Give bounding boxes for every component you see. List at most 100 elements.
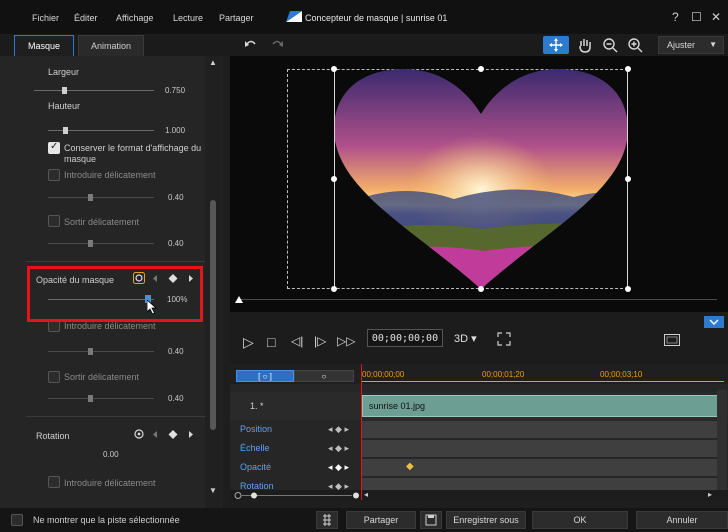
chevron-down-icon — [709, 319, 719, 325]
conserver-checkbox[interactable] — [48, 141, 60, 154]
chevron-down-icon: ▼ — [709, 40, 717, 49]
sortir-checkbox[interactable] — [48, 215, 60, 227]
introduire-slider-thumb[interactable] — [88, 194, 93, 201]
fit-timeline-button[interactable]: [ ○ ] — [236, 370, 294, 382]
tab-masque[interactable]: Masque — [14, 35, 74, 56]
clip-block[interactable]: sunrise 01.jpg — [362, 395, 718, 417]
menu-editer[interactable]: Éditer — [74, 13, 98, 23]
largeur-slider-thumb[interactable] — [62, 87, 67, 94]
sortir-slider-thumb[interactable] — [88, 240, 93, 247]
hauteur-label: Hauteur — [48, 101, 81, 111]
sortir2-checkbox[interactable] — [48, 371, 60, 383]
keyframe-nav-icon[interactable]: ◂ ◆ ▸ — [328, 462, 349, 473]
sortir2-slider-track[interactable] — [48, 398, 154, 399]
stop-icon[interactable]: □ — [267, 334, 275, 350]
timecode-display[interactable]: 00;00;00;00 — [367, 329, 443, 347]
time-ruler[interactable] — [362, 381, 724, 382]
ruler-tick-label: 00;00;01;20 — [482, 370, 525, 379]
expand-panel-button[interactable] — [704, 316, 724, 328]
timeline-hscroll[interactable]: ◂ ▸ — [230, 490, 728, 500]
left-tab-bar: Masque Animation — [0, 34, 230, 56]
rotation-reset-icon[interactable] — [133, 428, 145, 440]
mask-handle[interactable] — [331, 176, 337, 182]
introduire-slider-track[interactable] — [48, 197, 154, 198]
maximize-button[interactable]: ☐ — [691, 10, 702, 24]
timeline-zoom-slider[interactable] — [234, 491, 362, 500]
screen-icon[interactable] — [664, 334, 680, 346]
mask-handle[interactable] — [625, 286, 631, 292]
redo-icon[interactable] — [268, 36, 286, 54]
zoom-out-icon[interactable] — [601, 36, 619, 54]
scroll-left-icon[interactable]: ◂ — [364, 490, 368, 499]
close-button[interactable]: ✕ — [711, 10, 721, 24]
opacite-track[interactable]: ◆ — [362, 459, 718, 477]
property-row: Échelle ◂ ◆ ▸ — [230, 440, 728, 458]
only-selected-label: Ne montrer que la piste sélectionnée — [33, 515, 180, 525]
ajuster-dropdown[interactable]: Ajuster ▼ — [658, 36, 724, 54]
3d-mode-dropdown[interactable]: 3D ▾ — [454, 332, 477, 345]
hand-tool-icon[interactable] — [576, 36, 594, 54]
sortir2-value: 0.40 — [168, 394, 184, 403]
enregistrer-sous-button[interactable]: Enregistrer sous — [446, 511, 526, 529]
sortir-slider-track[interactable] — [48, 243, 154, 244]
largeur-slider-track[interactable] — [34, 90, 154, 91]
keyframe-diamond-icon[interactable]: ◆ — [406, 461, 414, 472]
ruler-tick-label: 00;00;00;00 — [362, 370, 405, 379]
move-tool-button[interactable] — [543, 36, 569, 54]
preview-scrub-track[interactable] — [237, 299, 717, 300]
menu-partager[interactable]: Partager — [219, 13, 254, 23]
grid-button[interactable] — [316, 511, 338, 529]
sortir-label: Sortir délicatement — [64, 217, 140, 227]
menu-affichage[interactable]: Affichage — [116, 13, 153, 23]
zoom-in-icon[interactable] — [626, 36, 644, 54]
menu-fichier[interactable]: Fichier — [32, 13, 59, 23]
ruler-tick-label: 00;00;03;10 — [600, 370, 643, 379]
conserver-label: Conserver le format d'affichage du masqu… — [64, 143, 202, 164]
mask-handle[interactable] — [478, 66, 484, 72]
track-label: 1. * — [250, 401, 264, 411]
help-button[interactable]: ? — [672, 10, 679, 24]
sortir2-slider-thumb[interactable] — [88, 395, 93, 402]
echelle-track[interactable] — [362, 440, 718, 458]
annuler-button[interactable]: Annuler — [636, 511, 728, 529]
timeline-option-button[interactable]: ○ — [294, 370, 354, 382]
left-scrollbar-thumb[interactable] — [210, 200, 216, 430]
introduire2-slider-track[interactable] — [48, 351, 154, 352]
mask-handle[interactable] — [331, 66, 337, 72]
hauteur-slider-thumb[interactable] — [63, 127, 68, 134]
prev-frame-icon[interactable]: ◁| — [291, 334, 303, 348]
keyframe-nav-icon[interactable]: ◂ ◆ ▸ — [328, 443, 349, 454]
3d-mode-label: 3D — [454, 333, 469, 345]
save-button[interactable] — [420, 511, 442, 529]
timeline-playhead[interactable] — [361, 364, 362, 500]
ok-button[interactable]: OK — [532, 511, 628, 529]
fullscreen-icon[interactable] — [497, 332, 511, 346]
section-divider — [26, 261, 216, 262]
timeline-vscroll[interactable] — [717, 390, 727, 490]
sortir2-label: Sortir délicatement — [64, 372, 140, 382]
mask-handle[interactable] — [478, 286, 484, 292]
introduire2-slider-thumb[interactable] — [88, 348, 93, 355]
mask-handle[interactable] — [331, 286, 337, 292]
mask-bounding-box[interactable] — [334, 69, 628, 289]
rotation-keyframe-nav-icon[interactable] — [153, 430, 193, 439]
position-track[interactable] — [362, 421, 718, 439]
only-selected-checkbox[interactable] — [11, 514, 23, 526]
mask-handle[interactable] — [625, 66, 631, 72]
next-frame-icon[interactable]: |▷ — [314, 334, 326, 348]
scroll-up-icon[interactable]: ▲ — [209, 58, 217, 67]
scroll-down-icon[interactable]: ▼ — [209, 486, 217, 495]
introduire-checkbox[interactable] — [48, 169, 60, 181]
scroll-right-icon[interactable]: ▸ — [708, 490, 712, 499]
tab-animation[interactable]: Animation — [78, 35, 144, 56]
introduire3-checkbox[interactable] — [48, 476, 60, 488]
undo-icon[interactable] — [242, 36, 260, 54]
preview-scrub-thumb[interactable] — [235, 296, 243, 303]
menu-lecture[interactable]: Lecture — [173, 13, 203, 23]
play-icon[interactable]: ▷ — [243, 334, 254, 351]
mask-handle[interactable] — [625, 176, 631, 182]
keyframe-nav-icon[interactable]: ◂ ◆ ▸ — [328, 424, 349, 435]
fast-forward-icon[interactable]: ▷▷ — [337, 334, 355, 348]
clip-track-row: 1. * sunrise 01.jpg — [230, 392, 728, 420]
partager-button[interactable]: Partager — [346, 511, 416, 529]
